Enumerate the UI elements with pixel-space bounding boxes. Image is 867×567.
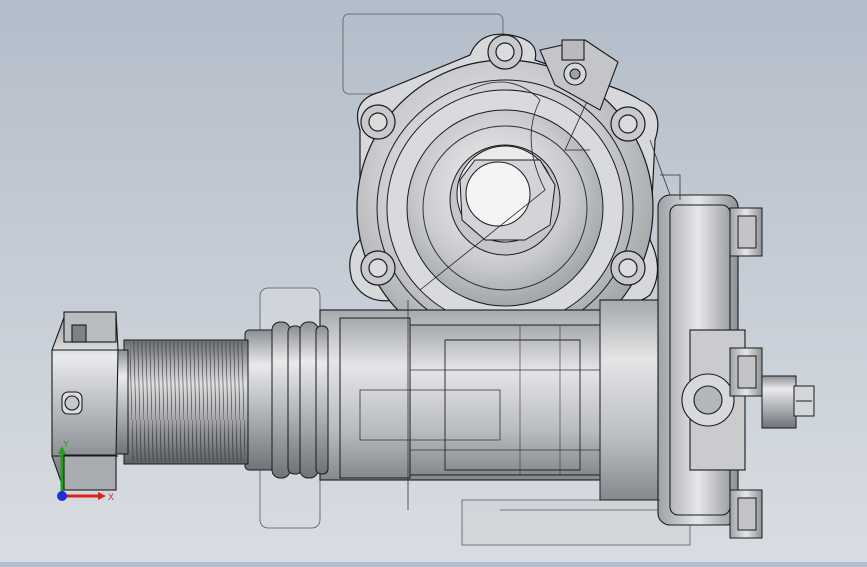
axis-triad-icon: Y X [57,439,114,502]
y-axis-label: Y [63,439,69,449]
x-axis-label: X [108,492,114,502]
cad-3d-viewport[interactable] [0,0,867,562]
dust-boot [244,321,329,479]
rack-housing[interactable] [319,309,621,481]
splined-output-shaft[interactable] [109,339,249,465]
view-orientation-triad[interactable]: Y X [50,438,120,508]
z-axis-dot [57,491,67,501]
steering-gearbox-model[interactable] [0,0,867,562]
adjuster-screw[interactable] [761,375,815,429]
x-axis-head [98,492,106,500]
